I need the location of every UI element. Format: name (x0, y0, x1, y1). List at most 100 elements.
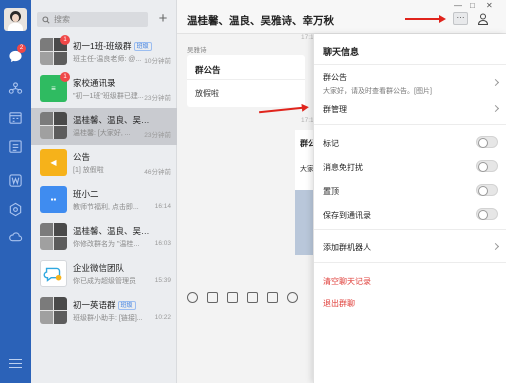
screenshot-icon[interactable] (207, 291, 218, 303)
close-icon[interactable]: ✕ (486, 1, 493, 10)
cloud-icon (9, 231, 23, 241)
pin-row: 置顶 (323, 184, 498, 197)
quit-group-button[interactable]: 退出群聊 (323, 298, 498, 309)
class-tag: 班级 (117, 301, 136, 310)
group-notice-row[interactable]: 群公告 大家好，请及时查看群公告。[图片] (323, 72, 500, 96)
apps-nav-button[interactable] (5, 199, 26, 219)
group-manage-label: 群管理 (323, 105, 347, 114)
conversation-time: 10:22 (154, 314, 171, 321)
chat-title: 温桂馨、温良、吴雅诗、幸万秋 (187, 15, 334, 27)
minimize-icon[interactable]: — (454, 1, 462, 10)
assistant-logo-icon: ▪▪ (50, 195, 57, 204)
conversation-items: 1 初一1班-班级群 班级 班主任-温良老师: @... 10分钟前 ≡ 1 家校… (31, 34, 177, 330)
message-time: 17:1 (301, 34, 314, 41)
clear-history-button[interactable]: 清空聊天记录 (323, 276, 498, 287)
add-button[interactable]: + (155, 11, 171, 27)
mute-toggle[interactable] (476, 160, 498, 172)
conversation-preview: [1] 放假啦 (73, 167, 104, 174)
docs-nav-button[interactable] (5, 136, 26, 156)
app-window: 2 + 1 初一1班-班 (0, 0, 506, 383)
group-notice-card[interactable]: 群公告 放假啦 (187, 55, 305, 107)
more-options-button[interactable]: ··· (453, 12, 468, 25)
conversation-name: 初一英语群 班级 (73, 299, 153, 311)
conversation-item[interactable]: 温桂馨、温良、吴雅诗、幸万秋 你修改群名为 "温桂... 16:03 (31, 219, 177, 256)
emoji-icon[interactable] (187, 291, 198, 303)
word-icon (9, 173, 22, 187)
conversation-time: 16:14 (154, 203, 171, 210)
group-notice-label: 群公告 (323, 73, 347, 82)
annotation-arrow (259, 106, 303, 114)
mark-label: 标记 (323, 139, 339, 148)
conversation-time: 10分钟前 (144, 58, 171, 65)
add-robot-row[interactable]: 添加群机器人 (323, 242, 500, 253)
panel-title: 聊天信息 (323, 47, 360, 57)
conversation-preview: 你修改群名为 "温桂... (73, 241, 140, 248)
conversation-item[interactable]: ▪▪ 班小二 教师节福利, 点击即... 16:14 (31, 182, 177, 219)
maximize-icon[interactable]: □ (470, 1, 475, 10)
save-contacts-row: 保存到通讯录 (323, 208, 498, 221)
word-nav-button[interactable] (5, 170, 26, 190)
megaphone-icon: ◀ (50, 158, 57, 167)
notice-card-title: 群公告 (195, 65, 221, 75)
conversation-time: 23分钟前 (144, 132, 171, 139)
conversation-list: + 1 初一1班-班级群班级 班主任-温良老师: @... 10分钟前 ≡ 1 … (31, 0, 177, 383)
conversation-preview: 温桂馨: [大家好, ... (73, 130, 131, 137)
save-contacts-label: 保存到通讯录 (323, 211, 371, 220)
search-icon (42, 15, 50, 24)
conversation-item[interactable]: ◀ 公告 [1] 放假啦 46分钟前 (31, 145, 177, 182)
input-toolbar (177, 285, 327, 309)
conversation-item[interactable]: 企业微信团队 你已成为超级管理员 15:39 (31, 256, 177, 293)
mark-toggle[interactable] (476, 136, 498, 148)
group-avatar (40, 112, 67, 139)
conversation-preview: 班主任-温良老师: @... (73, 56, 142, 63)
conversation-name: 企业微信团队 (73, 263, 125, 273)
conversation-name: 班小二 (73, 189, 99, 199)
calendar-nav-button[interactable] (5, 107, 26, 127)
conversation-preview: 教师节福利, 点击即... (73, 204, 139, 211)
class-tag: 班级 (133, 42, 152, 51)
conversation-item[interactable]: 初一英语群 班级 班级群小助手: [链接]... 10:22 (31, 293, 177, 330)
search-box[interactable] (37, 12, 148, 27)
conversation-time: 46分钟前 (144, 169, 171, 176)
folder-icon[interactable] (267, 291, 278, 303)
contacts-nav-button[interactable] (5, 78, 26, 98)
add-member-icon[interactable] (477, 13, 489, 25)
message-preview: 大家 (300, 166, 314, 173)
chat-header: 温桂馨、温良、吴雅诗、幸万秋 — □ ✕ ··· (177, 0, 506, 34)
chat-unread-badge: 2 (17, 44, 26, 53)
contacts-icon (8, 81, 23, 94)
cloud-nav-button[interactable] (5, 226, 26, 246)
save-contacts-toggle[interactable] (476, 208, 498, 220)
image-icon[interactable] (227, 291, 238, 303)
group-avatar (40, 297, 67, 324)
search-input[interactable] (54, 15, 144, 24)
mute-label: 消息免打扰 (323, 163, 363, 172)
apps-icon (9, 202, 22, 216)
annotation-arrow (405, 15, 446, 23)
add-robot-label: 添加群机器人 (323, 243, 371, 252)
conversation-time: 16:03 (154, 240, 171, 247)
chat-bubbles-icon (43, 267, 62, 282)
phone-icon[interactable] (287, 291, 298, 303)
message-time: 17:1 (301, 117, 314, 124)
conversation-name: 家校通讯录 (73, 78, 116, 88)
conversation-preview: "初一1班"班级群已建... (73, 93, 144, 100)
chat-nav-button[interactable]: 2 (5, 44, 26, 66)
pin-toggle[interactable] (476, 184, 498, 196)
conversation-name: 温桂馨、温良、吴雅诗、幸万秋 (73, 226, 153, 236)
conversation-item[interactable]: 1 初一1班-班级群 班级 班主任-温良老师: @... 10分钟前 (31, 34, 177, 71)
conversation-item[interactable]: ≡ 1 家校通讯录 "初一1班"班级群已建... 23分钟前 (31, 71, 177, 108)
conversation-name: 温桂馨、温良、吴雅诗... (73, 115, 153, 125)
divider (314, 124, 506, 125)
divider (314, 229, 506, 230)
word-file-icon[interactable] (247, 291, 258, 303)
group-notice-text: 大家好，请及时查看群公告。[图片] (323, 88, 432, 95)
calendar-icon (9, 111, 22, 124)
conversation-item-selected[interactable]: 温桂馨、温良、吴雅诗... 温桂馨: [大家好, ... 23分钟前 (31, 108, 177, 145)
announcement-avatar: ◀ (40, 149, 67, 176)
conversation-name: 公告 (73, 152, 91, 162)
mark-row: 标记 (323, 136, 498, 149)
menu-icon[interactable] (9, 359, 22, 369)
my-avatar[interactable] (4, 8, 27, 31)
group-manage-row[interactable]: 群管理 (323, 104, 500, 115)
